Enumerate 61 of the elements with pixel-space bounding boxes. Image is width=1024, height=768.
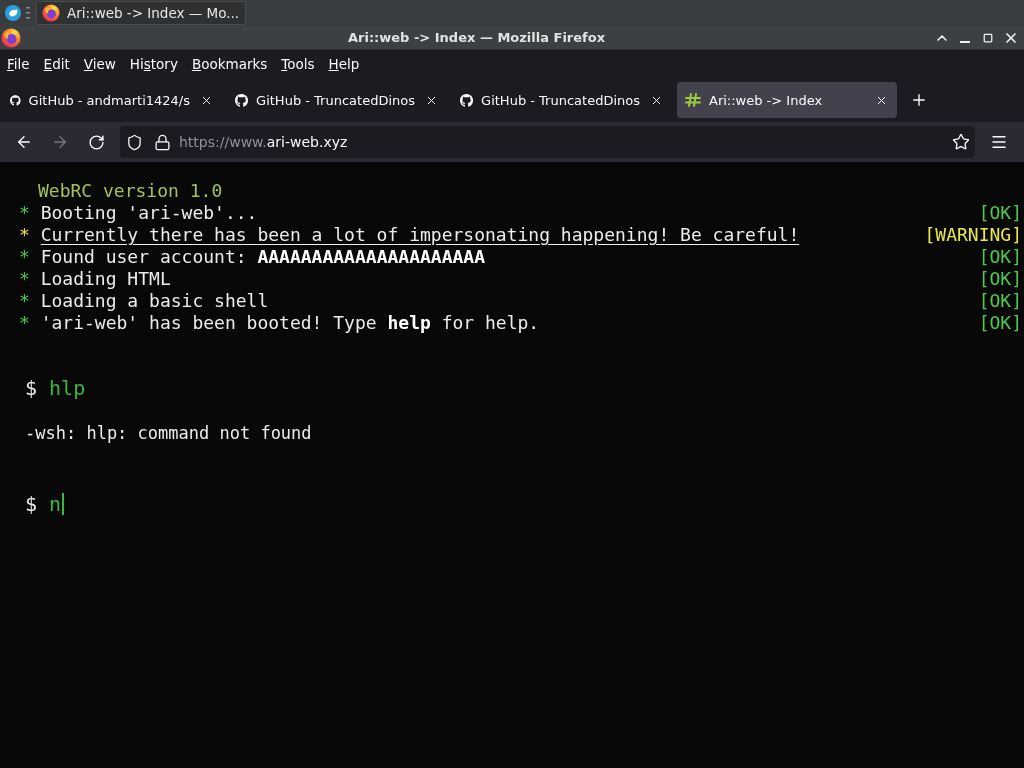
tab-title: Ari::web -> Index bbox=[709, 92, 823, 108]
log-message: Loading a basic shell bbox=[40, 290, 269, 312]
taskbar-task[interactable]: Ari::web -> Index — Mo... bbox=[36, 1, 247, 25]
prompt-symbol: $ bbox=[25, 492, 38, 516]
text-cursor-icon bbox=[62, 493, 65, 515]
lock-icon[interactable] bbox=[154, 133, 171, 151]
browser-tab[interactable]: Ari::web -> Index bbox=[677, 82, 897, 118]
menu-icon bbox=[990, 133, 1008, 151]
grip-icon[interactable] bbox=[26, 7, 30, 19]
browser-tab[interactable]: GitHub - andmarti1424/s bbox=[2, 82, 222, 118]
log-message: Found user account: AAAAAAAAAAAAAAAAAAAAA bbox=[40, 246, 485, 268]
command-text: hlp bbox=[49, 376, 86, 400]
log-bullet: * bbox=[19, 202, 30, 224]
tab-title: GitHub - TruncatedDinos bbox=[256, 92, 415, 108]
menu-item[interactable]: History bbox=[122, 53, 185, 75]
tab-title: GitHub - TruncatedDinos bbox=[481, 92, 640, 108]
log-message: Loading HTML bbox=[40, 268, 171, 290]
firefox-logo-icon bbox=[1, 27, 21, 48]
menu-item[interactable]: View bbox=[76, 53, 123, 75]
shield-icon[interactable] bbox=[126, 133, 143, 151]
github-logo-icon bbox=[460, 92, 474, 108]
firefox-logo-icon bbox=[42, 4, 60, 22]
window-title: Ari::web -> Index — Mozilla Firefox bbox=[347, 30, 606, 45]
status-label: [OK] bbox=[978, 246, 1022, 268]
maximize-icon bbox=[983, 32, 993, 43]
forward-arrow-icon bbox=[51, 133, 69, 151]
github-logo-icon bbox=[235, 92, 249, 108]
log-message: 'ari-web' has been booted! Type help for help. bbox=[40, 312, 540, 334]
github-logo-icon bbox=[10, 92, 21, 108]
browser-tab[interactable]: GitHub - TruncatedDinos bbox=[227, 82, 447, 118]
status-label: [OK] bbox=[978, 312, 1022, 334]
menu-item[interactable]: Bookmarks bbox=[184, 53, 275, 75]
version-text: WebRC version 1.0 bbox=[38, 180, 223, 202]
command-output: -wsh: hlp: command not found bbox=[25, 422, 312, 444]
minimize-icon bbox=[960, 40, 970, 43]
log-message: Currently there has been a lot of impersonating happening! Be careful! bbox=[40, 224, 800, 246]
address-field[interactable]: https://www.ari-web.xyz bbox=[120, 126, 975, 158]
menu-item[interactable]: Help bbox=[321, 53, 367, 75]
hash-favicon-icon bbox=[685, 93, 701, 107]
log-bullet: * bbox=[19, 246, 30, 268]
menu-item[interactable]: File bbox=[0, 53, 37, 75]
log-bullet: * bbox=[19, 224, 30, 246]
status-label: [OK] bbox=[978, 268, 1022, 290]
log-bullet: * bbox=[19, 268, 30, 290]
prompt-symbol: $ bbox=[25, 376, 38, 400]
url-text: https://www.ari-web.xyz bbox=[179, 134, 348, 150]
plus-icon bbox=[910, 91, 928, 109]
menu-item[interactable]: Tools bbox=[274, 53, 322, 75]
reload-icon bbox=[87, 133, 105, 151]
tab-title: GitHub - andmarti1424/s bbox=[28, 92, 190, 108]
browser-tab[interactable]: GitHub - TruncatedDinos bbox=[452, 82, 672, 118]
status-label: [OK] bbox=[978, 290, 1022, 312]
status-label: [WARNING] bbox=[924, 224, 1022, 246]
command-input[interactable]: n bbox=[49, 492, 65, 516]
log-bullet: * bbox=[19, 290, 30, 312]
menu-item[interactable]: Edit bbox=[36, 53, 77, 75]
log-message: Booting 'ari-web'... bbox=[40, 202, 258, 224]
status-label: [OK] bbox=[978, 202, 1022, 224]
star-icon bbox=[952, 133, 970, 151]
launcher-icon[interactable] bbox=[5, 5, 21, 21]
log-bullet: * bbox=[19, 312, 30, 334]
